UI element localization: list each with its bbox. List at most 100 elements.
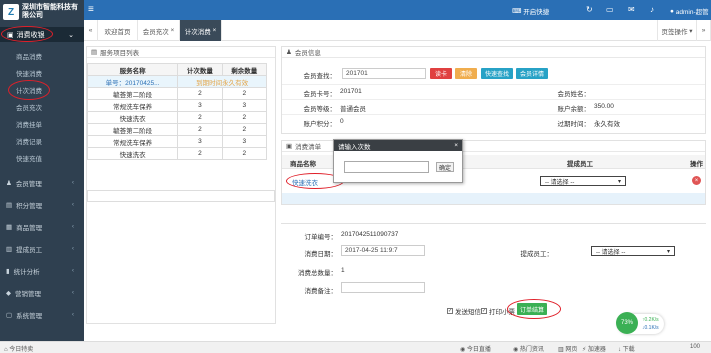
service-table: 服务名称 计次数量 剩余数量 单号：20170425... 到期时间永久有效 毓… [86,63,268,160]
table-row[interactable]: 毓荟第二阶段 2 2 [86,87,268,100]
footer-item[interactable]: ⚡ 加速器 [582,344,606,353]
chevron-left-icon: ‹ [71,179,74,186]
chart-icon: ▮ [6,267,10,275]
sidebar-sub-item[interactable]: 快速充值 [0,151,84,165]
user-icon: ♟ [286,49,292,56]
speed-percent[interactable]: 73% [616,312,638,334]
top-bar: ≡ ⌨ 开启快捷 ↻ ▭ ✉ ♪ ● admin-超管 [84,0,711,20]
staff-icon: ▥ [6,245,13,253]
table-row[interactable]: 快速洗衣 2 2 [86,111,268,124]
sidebar-sub-item[interactable]: 消费挂单 [0,117,84,131]
footer-item[interactable]: ▥ 网页 [558,344,577,353]
expire-value: 永久有效 [594,121,620,128]
sidebar-group[interactable]: ◆ 营销管理 ‹ [0,285,84,300]
footer-left[interactable]: ⌂ 今日特卖 [4,344,33,353]
sale-icon: ⌂ [4,347,8,353]
points-icon: ▤ [6,201,13,209]
level-label: 会员等级： [303,106,337,113]
company-logo: Z 深圳市智能科技有 限公司 [0,0,84,24]
table-row[interactable]: 常规洗车保养 3 3 [86,135,268,148]
read-card-button[interactable]: 读卡 [430,68,452,79]
clear-button[interactable]: 清除 [455,68,477,79]
user-menu[interactable]: ● admin-超管 [670,6,709,17]
service-panel: ▤ 服务项目列表 服务名称 计次数量 剩余数量 单号：20170425... 到期… [86,46,276,324]
speed-down: ↓0.1K/s [642,325,659,331]
chevron-left-icon: ‹ [71,311,74,318]
balance-value: 350.00 [594,103,614,110]
close-icon[interactable]: × [454,142,458,149]
balance-label: 账户余额： [557,106,591,113]
chevron-left-icon: ‹ [71,245,74,252]
chevron-left-icon: ‹ [71,289,74,296]
member-detail-button[interactable]: 会员详情 [516,68,548,79]
menu-toggle-icon[interactable]: ≡ [88,4,94,15]
sale-summary-row [282,193,705,204]
cart-icon: ▣ [286,143,293,150]
monitor-icon[interactable]: ▭ [606,5,614,14]
total-label: 消费总数量： [298,270,337,277]
staff-select[interactable]: -- 请选择 -- ▾ [540,176,626,186]
dialog-title: 请输入次数 × [334,140,462,151]
note-label: 消费备注： [304,288,338,295]
sidebar-group[interactable]: ▢ 系统管理 ‹ [0,307,84,322]
tabs-bar: « 欢迎首页 会员充次 × 计次消费 × 页签操作 ▾ » [84,20,711,41]
table-row[interactable]: 快速洗衣 2 2 [86,147,268,160]
table-row[interactable]: 常规洗车保养 3 3 [86,99,268,112]
footer-item[interactable]: ↓ 下载 [618,344,635,353]
tab-member-recharge[interactable]: 会员充次 × [138,20,180,41]
name-label: 会员姓名： [557,91,591,98]
col-staff: 提成员工 [567,161,593,168]
sms-checkbox[interactable]: ✓ 发送短信 [447,306,481,316]
order-no-label: 订单编号： [304,234,338,241]
points-value: 0 [340,118,344,125]
note-input[interactable] [341,282,425,293]
sidebar-group[interactable]: ▥ 提成员工 ‹ [0,241,84,256]
company-name-line2: 限公司 [22,12,43,19]
shift-shortcut[interactable]: ⌨ 开启快捷 [512,6,549,16]
sidebar-group[interactable]: ▮ 统计分析 ‹ [0,263,84,278]
highlight-ellipse [507,299,561,319]
chevron-left-icon: ‹ [71,201,74,208]
refresh-icon[interactable]: ↻ [586,5,593,14]
tab-home[interactable]: 欢迎首页 [98,20,138,41]
sidebar-sub-item[interactable]: 会员充次 [0,100,84,114]
sidebar-sub-item[interactable]: 消费记录 [0,134,84,148]
tab-page-ops[interactable]: 页签操作 ▾ [657,20,697,41]
key-icon: ⌨ [512,8,522,15]
tab-count-consume[interactable]: 计次消费 × [180,20,222,41]
sidebar-sub-item[interactable]: 商品消费 [0,49,84,63]
message-icon[interactable]: ✉ [628,5,635,14]
count-dialog: 请输入次数 × 确定 [333,139,463,183]
col-op: 操作 [690,161,703,168]
company-name-line1: 深圳市智能科技有 [22,4,78,11]
sidebar-group[interactable]: ♟ 会员管理 ‹ [0,175,84,190]
level-value: 普通会员 [340,106,366,113]
date-label: 消费日期： [304,251,338,258]
count-input[interactable] [344,161,429,173]
tab-scroll-left-icon[interactable]: « [84,20,98,41]
member-search-input[interactable]: 201701 [342,68,426,79]
order-no-value: 2017042511090737 [341,231,399,238]
chevron-left-icon: ‹ [71,267,74,274]
sidebar-group[interactable]: ▦ 商品管理 ‹ [0,219,84,234]
speed-up: ↑0.2K/s [642,317,659,323]
quick-search-button[interactable]: 快速查找 [481,68,513,79]
points-label: 账户积分： [303,121,337,128]
table-row[interactable]: 毓荟第二阶段 2 2 [86,123,268,136]
order-staff-select[interactable]: -- 请选择 -- ▾ [591,246,675,256]
sidebar-sub-item[interactable]: 快速消费 [0,66,84,80]
card-label: 会员卡号： [303,91,337,98]
tab-scroll-right-icon[interactable]: » [697,20,711,41]
footer-zoom[interactable]: 100 [690,344,700,350]
sidebar-group[interactable]: ▤ 积分管理 ‹ [0,197,84,212]
confirm-button[interactable]: 确定 [436,162,454,172]
list-icon: ▤ [91,49,98,56]
chevron-left-icon: ‹ [71,223,74,230]
footer-item[interactable]: ◉ 今日直播 [460,344,491,353]
date-input[interactable]: 2017-04-25 11:9:7 [341,245,425,256]
footer-item[interactable]: ◉ 热门资讯 [513,344,544,353]
order-section: 订单编号： 2017042511090737 消费日期： 2017-04-25 … [281,223,706,323]
service-input[interactable] [87,190,275,202]
bell-icon[interactable]: ♪ [650,5,654,14]
delete-icon[interactable]: × [692,176,701,185]
